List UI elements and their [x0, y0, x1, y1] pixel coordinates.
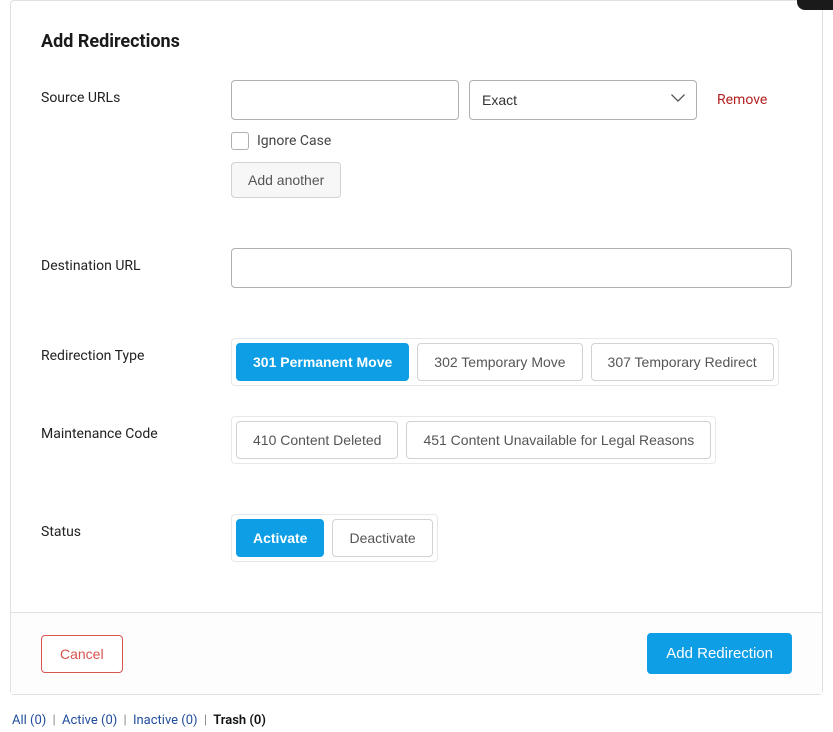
filter-tabs: All (0) | Active (0) | Inactive (0) | Tr…: [0, 695, 833, 732]
status-group: Activate Deactivate: [231, 514, 438, 562]
remove-source-link[interactable]: Remove: [717, 92, 767, 108]
destination-url-label: Destination URL: [41, 248, 231, 274]
maintenance-code-label: Maintenance Code: [41, 416, 231, 442]
source-url-input[interactable]: [231, 80, 459, 120]
separator: |: [53, 713, 56, 728]
maintenance-code-group: 410 Content Deleted 451 Content Unavaila…: [231, 416, 716, 464]
redirection-type-label: Redirection Type: [41, 338, 231, 364]
add-redirection-button[interactable]: Add Redirection: [647, 633, 792, 674]
status-deactivate-button[interactable]: Deactivate: [332, 519, 432, 557]
source-urls-label: Source URLs: [41, 80, 231, 106]
ignore-case-label: Ignore Case: [257, 133, 331, 149]
page-title: Add Redirections: [41, 31, 792, 52]
filter-tab-trash[interactable]: Trash (0): [213, 713, 266, 728]
ignore-case-checkbox[interactable]: [231, 132, 249, 150]
add-redirection-panel: Add Redirections Source URLs Exact: [10, 0, 823, 695]
filter-tab-inactive[interactable]: Inactive (0): [133, 713, 198, 728]
maintenance-451-button[interactable]: 451 Content Unavailable for Legal Reason…: [406, 421, 711, 459]
filter-tab-all[interactable]: All (0): [12, 713, 46, 728]
separator: |: [124, 713, 127, 728]
status-activate-button[interactable]: Activate: [236, 519, 324, 557]
match-type-select[interactable]: Exact: [469, 80, 697, 120]
maintenance-410-button[interactable]: 410 Content Deleted: [236, 421, 398, 459]
add-another-button[interactable]: Add another: [231, 162, 341, 198]
redirection-type-301-button[interactable]: 301 Permanent Move: [236, 343, 409, 381]
status-label: Status: [41, 514, 231, 540]
separator: |: [204, 713, 207, 728]
dark-corner-tab: [797, 0, 833, 10]
destination-url-input[interactable]: [231, 248, 792, 288]
filter-tab-active[interactable]: Active (0): [62, 713, 117, 728]
redirection-type-302-button[interactable]: 302 Temporary Move: [417, 343, 582, 381]
redirection-type-group: 301 Permanent Move 302 Temporary Move 30…: [231, 338, 779, 386]
cancel-button[interactable]: Cancel: [41, 635, 123, 673]
redirection-type-307-button[interactable]: 307 Temporary Redirect: [591, 343, 774, 381]
